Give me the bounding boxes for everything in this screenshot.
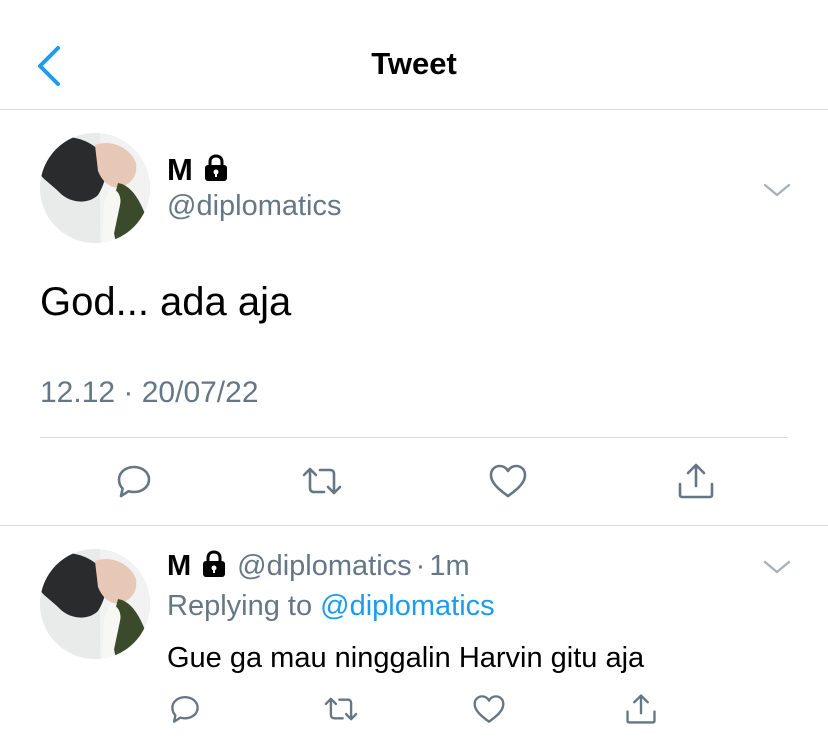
share-icon: [678, 463, 714, 499]
like-button[interactable]: [488, 462, 528, 505]
reply-button[interactable]: [115, 462, 153, 505]
reply-button[interactable]: [168, 693, 202, 730]
like-icon: [489, 464, 527, 498]
author-handle[interactable]: @diplomatics: [167, 190, 342, 223]
avatar[interactable]: [40, 133, 150, 243]
retweet-icon: [302, 467, 342, 495]
tweet-timestamp[interactable]: 12.12 · 20/07/22: [40, 376, 259, 410]
author-name[interactable]: M: [167, 152, 193, 188]
like-button[interactable]: [472, 693, 506, 730]
tweet-age: 1m: [429, 550, 470, 582]
like-icon: [473, 695, 505, 723]
share-icon: [626, 694, 656, 724]
chevron-down-icon: [763, 183, 791, 197]
top-navigation-bar: Tweet: [0, 0, 828, 110]
reply-icon: [171, 696, 199, 723]
avatar[interactable]: [40, 549, 150, 659]
retweet-icon: [324, 697, 358, 721]
tweet-options-button[interactable]: [762, 557, 792, 577]
page-title: Tweet: [371, 46, 457, 81]
reply-tweet[interactable]: M @diplomatics · 1m Replying to @diploma…: [0, 527, 828, 748]
separator-dot: ·: [415, 550, 426, 582]
lock-icon: [201, 153, 231, 188]
chevron-down-icon: [763, 560, 791, 574]
lock-icon: [199, 549, 229, 584]
replying-to-line: Replying to @diplomatics: [167, 590, 495, 623]
author-handle[interactable]: @diplomatics: [237, 550, 412, 583]
retweet-button[interactable]: [300, 462, 344, 505]
share-button[interactable]: [676, 462, 716, 505]
main-tweet: M @diplomatics God... ada aja 12.12 · 20…: [0, 110, 828, 526]
mention-link[interactable]: @diplomatics: [320, 590, 495, 622]
retweet-button[interactable]: [322, 693, 360, 730]
tweet-text: God... ada aja: [40, 280, 292, 324]
divider: [40, 437, 788, 438]
author-name[interactable]: M: [167, 550, 191, 583]
tweet-text: Gue ga mau ninggalin Harvin gitu aja: [167, 642, 645, 674]
reply-author-row: M @diplomatics · 1m: [167, 549, 470, 584]
author-row: M: [167, 152, 231, 188]
tweet-options-button[interactable]: [762, 180, 792, 200]
share-button[interactable]: [624, 693, 658, 730]
replying-to-label: Replying to: [167, 590, 313, 622]
reply-icon: [117, 465, 151, 498]
